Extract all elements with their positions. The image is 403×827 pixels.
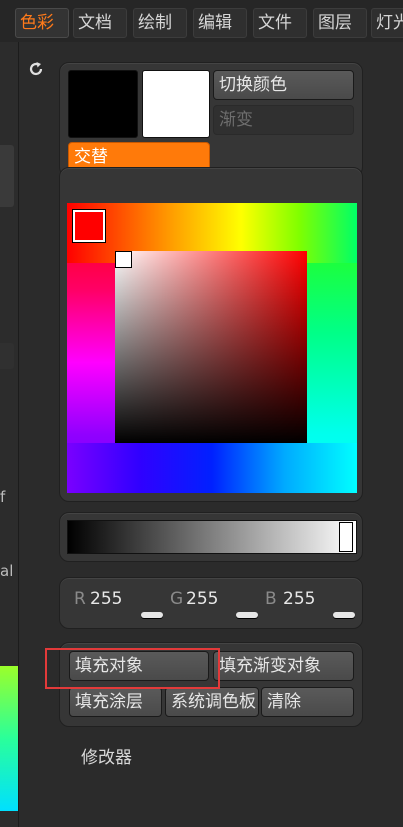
switch-color-button[interactable]: 切换颜色 bbox=[213, 70, 354, 100]
b-label: B bbox=[265, 589, 277, 609]
b-slider-knob[interactable] bbox=[333, 612, 355, 618]
fill-gradient-object-button[interactable]: 填充渐变对象 bbox=[213, 651, 354, 681]
r-value[interactable]: 255 bbox=[90, 589, 122, 609]
refresh-icon[interactable] bbox=[27, 60, 45, 78]
background-color-strip bbox=[0, 666, 18, 811]
brightness-slider[interactable] bbox=[67, 520, 357, 554]
brightness-slider-handle[interactable] bbox=[339, 522, 353, 552]
secondary-color-swatch[interactable] bbox=[142, 70, 210, 138]
background-block bbox=[0, 343, 14, 369]
r-slider-knob[interactable] bbox=[141, 612, 163, 618]
menu-color[interactable]: 色彩 bbox=[15, 8, 69, 38]
top-menu-bar: 色彩 文档 绘制 编辑 文件 图层 灯光 bbox=[0, 0, 403, 42]
background-text: al bbox=[0, 562, 14, 580]
menu-layer[interactable]: 图层 bbox=[313, 8, 367, 38]
menu-document[interactable]: 文档 bbox=[73, 8, 127, 38]
menu-edit[interactable]: 编辑 bbox=[193, 8, 247, 38]
modifiers-label[interactable]: 修改器 bbox=[81, 743, 132, 768]
menu-file[interactable]: 文件 bbox=[253, 8, 307, 38]
menu-light[interactable]: 灯光 bbox=[371, 8, 403, 38]
background-text: f bbox=[0, 488, 6, 506]
main-color-swatch[interactable] bbox=[68, 70, 138, 138]
system-palette-button[interactable]: 系统调色板 bbox=[165, 687, 259, 717]
g-label: G bbox=[170, 589, 184, 609]
g-value[interactable]: 255 bbox=[186, 589, 218, 609]
saturation-value-square[interactable] bbox=[115, 251, 307, 443]
fill-object-button[interactable]: 填充对象 bbox=[69, 651, 209, 681]
hue-gradient-bottom bbox=[67, 443, 357, 493]
gradient-button[interactable]: 渐变 bbox=[213, 105, 354, 135]
color-palette-panel: 切换颜色 渐变 交替 R 255 G 255 B 255 填充对象 填充渐变对象… bbox=[18, 42, 403, 827]
g-slider-knob[interactable] bbox=[236, 612, 258, 618]
hue-marker[interactable] bbox=[72, 209, 106, 243]
r-label: R bbox=[74, 589, 86, 609]
color-swatch-group: 切换颜色 渐变 交替 bbox=[59, 62, 363, 177]
background-block bbox=[0, 145, 14, 207]
saturation-value-marker[interactable] bbox=[115, 251, 132, 268]
color-picker[interactable] bbox=[67, 203, 357, 493]
b-value[interactable]: 255 bbox=[283, 589, 315, 609]
menu-draw[interactable]: 绘制 bbox=[133, 8, 187, 38]
clear-button[interactable]: 清除 bbox=[261, 687, 354, 717]
fill-layer-button[interactable]: 填充涂层 bbox=[69, 687, 162, 717]
